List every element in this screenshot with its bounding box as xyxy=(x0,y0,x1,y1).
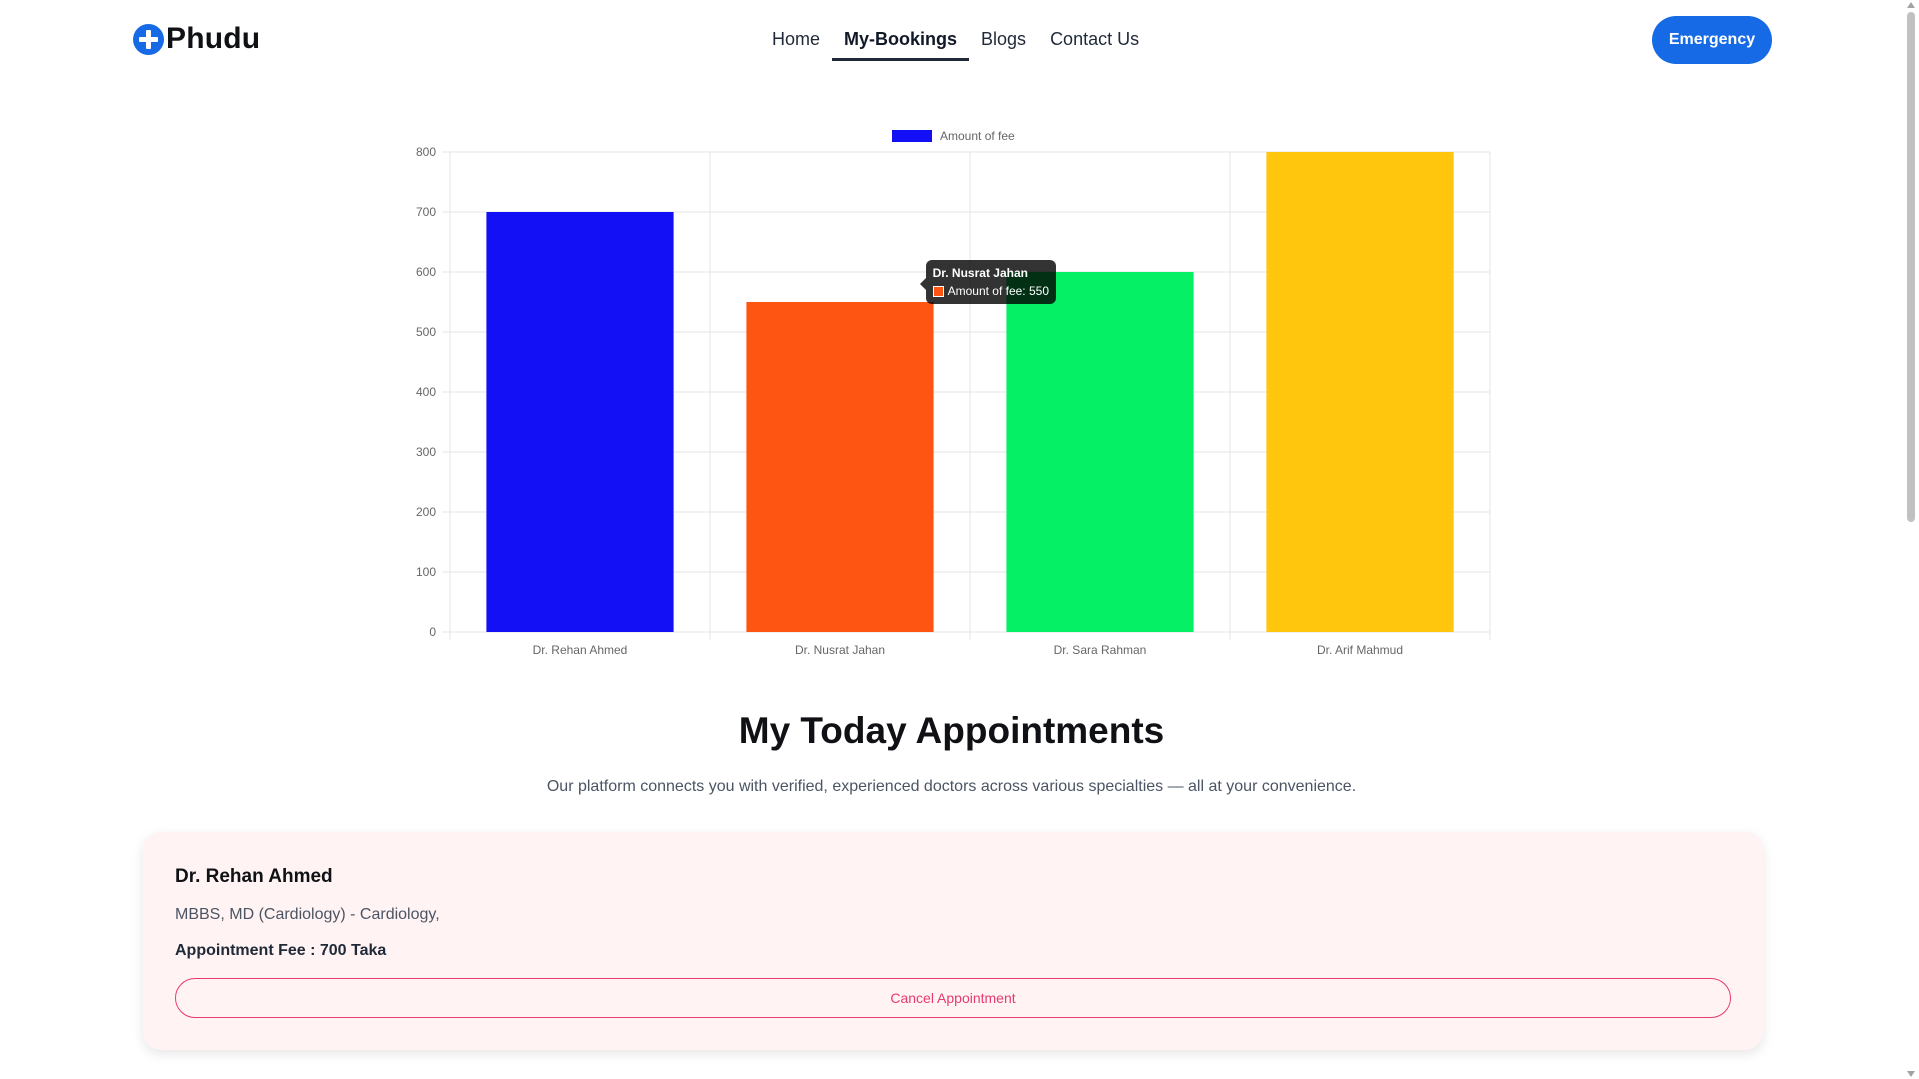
brand-logo[interactable]: Phudu xyxy=(133,22,260,56)
section-title: My Today Appointments xyxy=(738,710,1165,751)
scroll-thumb[interactable] xyxy=(1907,12,1915,522)
scroll-down-icon[interactable] xyxy=(1907,1071,1915,1077)
navbar: Phudu Home My-Bookings Blogs Contact Us … xyxy=(0,0,1900,80)
x-tick-label: Dr. Arif Mahmud xyxy=(1317,643,1403,657)
nav-contact-us[interactable]: Contact Us xyxy=(1038,26,1151,61)
emergency-button[interactable]: Emergency xyxy=(1652,16,1772,64)
chart-tooltip: Dr. Nusrat Jahan Amount of fee: 550 xyxy=(919,260,1056,304)
bar xyxy=(1266,152,1454,632)
y-tick-label: 700 xyxy=(416,205,436,219)
y-tick-label: 100 xyxy=(416,565,436,579)
main-nav: Home My-Bookings Blogs Contact Us xyxy=(760,26,1151,61)
y-tick-label: 500 xyxy=(416,325,436,339)
nav-my-bookings[interactable]: My-Bookings xyxy=(832,26,970,61)
y-tick-label: 800 xyxy=(416,145,436,159)
brand-name: Phudu xyxy=(166,22,261,55)
bar xyxy=(746,302,934,632)
bar xyxy=(1006,272,1194,632)
scroll-up-icon[interactable] xyxy=(1907,2,1915,8)
nav-blogs[interactable]: Blogs xyxy=(969,26,1038,61)
page-scrollbar[interactable] xyxy=(1903,0,1919,1079)
chart-svg: 0 100 200 300 400 500 600 700 800 Dr. Rehan Ahmed… xyxy=(416,129,1491,657)
appointment-card: Dr. Rehan Ahmed MBBS, MD (Cardiology) - … xyxy=(143,832,1763,1050)
y-tick-label: 400 xyxy=(416,385,436,399)
plus-circle-icon xyxy=(133,23,164,55)
legend-label: Amount of fee xyxy=(940,129,1015,143)
tooltip-title: Dr. Nusrat Jahan xyxy=(932,266,1028,280)
tooltip-swatch xyxy=(932,285,944,297)
appointment-fee: Appointment Fee : 700 Taka xyxy=(175,942,387,959)
x-tick-label: Dr. Nusrat Jahan xyxy=(795,643,885,657)
y-tick-label: 200 xyxy=(416,505,436,519)
x-tick-label: Dr. Sara Rahman xyxy=(1054,643,1147,657)
nav-home[interactable]: Home xyxy=(760,26,832,61)
section-subtitle: Our platform connects you with verified,… xyxy=(546,778,1357,795)
fee-bar-chart: 0 100 200 300 400 500 600 700 800 Dr. Rehan Ahmed… xyxy=(390,120,1510,665)
cancel-appointment-button[interactable]: Cancel Appointment xyxy=(175,978,1731,1018)
doctor-name: Dr. Rehan Ahmed xyxy=(175,866,333,887)
x-tick-label: Dr. Rehan Ahmed xyxy=(533,643,628,657)
tooltip-row: Amount of fee: 550 xyxy=(932,284,1049,298)
y-tick-label: 0 xyxy=(429,625,436,639)
legend-swatch xyxy=(892,130,932,142)
y-tick-label: 600 xyxy=(416,265,436,279)
bar xyxy=(486,212,674,632)
tooltip-label: Amount of fee: 550 xyxy=(947,284,1049,298)
y-tick-label: 300 xyxy=(416,445,436,459)
doctor-degree: MBBS, MD (Cardiology) - Cardiology, xyxy=(175,906,440,923)
